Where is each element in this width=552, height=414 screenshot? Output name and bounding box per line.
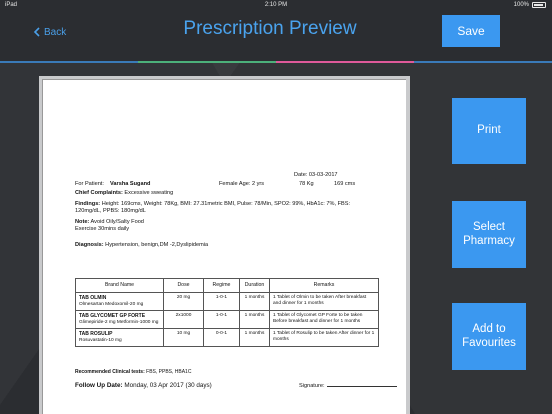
medicine-cell: TAB GLYCOMET GP FORTE Glimepiride-2 mg M… bbox=[75, 309, 164, 329]
col-regime: Regime bbox=[203, 278, 240, 293]
chevron-left-icon bbox=[33, 27, 40, 37]
medicine-remarks: 1 Tablet of Olmin to be taken After brea… bbox=[269, 292, 379, 311]
tests-value: FBS, PPBS, HBA1C bbox=[146, 369, 192, 375]
col-duration: Duration bbox=[239, 278, 270, 293]
status-time: 2:10 PM bbox=[264, 2, 288, 8]
medicine-duration: 1 months bbox=[239, 309, 270, 329]
medicine-remarks: 1 Tablet of Glycomet GP Forte to be take… bbox=[269, 309, 379, 329]
patient-gender-age: Female Age: 2 yrs bbox=[219, 181, 265, 187]
medicine-regime: 0-0-1 bbox=[203, 327, 240, 347]
tests-label: Recommended Clinical tests: bbox=[75, 369, 145, 375]
page-title: Prescription Preview bbox=[183, 18, 357, 39]
patient-weight: 78 Kg bbox=[299, 181, 314, 187]
patient-name: Varsha Sugand bbox=[110, 181, 151, 187]
findings-row: Findings: Height: 169cms, Weight: 78Kg, … bbox=[75, 201, 375, 215]
diagnosis-value: Hypertension, benign,DM -2,Dyslipidemia bbox=[105, 242, 209, 248]
color-segment bbox=[414, 61, 552, 63]
signature-line bbox=[326, 386, 397, 387]
table-row: TAB ROSULIP Rosuvastatin-10 mg 10 mg 0-0… bbox=[75, 327, 379, 347]
followup-row: Follow Up Date: Monday, 03 Apr 2017 (30 … bbox=[75, 382, 212, 390]
medicine-name: TAB OLMIN bbox=[79, 295, 107, 301]
status-right: 100% bbox=[514, 0, 546, 10]
signature-row: Signature: bbox=[299, 383, 397, 390]
medicine-dose: 2x1000 bbox=[163, 309, 204, 329]
medicine-table: Brand Name Dose Regime Duration Remarks … bbox=[75, 278, 379, 347]
diagnosis-row: Diagnosis: Hypertension, benign,DM -2,Dy… bbox=[75, 242, 208, 249]
tests-row: Recommended Clinical tests: FBS, PPBS, H… bbox=[75, 369, 191, 375]
prescription-document[interactable]: Date: 03-03-2017 For Patient: Varsha Sug… bbox=[42, 79, 406, 414]
findings-label: Findings: bbox=[75, 201, 101, 207]
save-button[interactable]: Save bbox=[442, 15, 500, 47]
note-value: Avoid Oily/Salty Food bbox=[90, 219, 144, 225]
prescription-date: Date: 03-03-2017 bbox=[294, 172, 338, 178]
back-button[interactable]: Back bbox=[33, 24, 66, 40]
battery-percent: 100% bbox=[513, 2, 529, 8]
print-button[interactable]: Print bbox=[452, 98, 526, 164]
back-label: Back bbox=[44, 26, 67, 38]
findings-value: Height: 169cms, Weight: 78Kg, BMI: 27.31… bbox=[75, 201, 351, 214]
medicine-name: TAB ROSULIP bbox=[79, 330, 113, 337]
battery-icon bbox=[532, 2, 546, 8]
patient-height: 169 cms bbox=[334, 181, 356, 187]
table-row: TAB OLMIN Olmesartan Medoxomil-20 mg 20 … bbox=[75, 292, 379, 311]
table-row: TAB GLYCOMET GP FORTE Glimepiride-2 mg M… bbox=[75, 309, 379, 329]
complaints-value: Excessive sweating bbox=[124, 190, 174, 196]
signature-label: Signature: bbox=[299, 383, 325, 389]
color-divider bbox=[0, 61, 552, 63]
medicine-cell: TAB OLMIN Olmesartan Medoxomil-20 mg bbox=[75, 292, 164, 311]
note-line-2: Exercise 30mins daily bbox=[75, 226, 130, 232]
medicine-regime: 1-0-1 bbox=[203, 292, 240, 311]
complaints-row: Chief Complaints: Excessive sweating bbox=[75, 190, 173, 197]
followup-label: Follow Up Date: bbox=[75, 382, 123, 389]
medicine-remarks: 1 Tablet of Rosulip to be taken After di… bbox=[269, 327, 379, 347]
status-bar: iPad 2:10 PM 100% bbox=[0, 0, 552, 10]
add-favourites-button[interactable]: Add to Favourites bbox=[452, 303, 526, 370]
medicine-generic: Rosuvastatin-10 mg bbox=[79, 337, 122, 343]
medicine-generic: Olmesartan Medoxomil-20 mg bbox=[79, 301, 144, 307]
table-header-row: Brand Name Dose Regime Duration Remarks bbox=[75, 278, 379, 293]
col-remarks: Remarks bbox=[269, 278, 379, 293]
medicine-duration: 1 months bbox=[239, 292, 270, 311]
col-dose: Dose bbox=[163, 278, 204, 293]
medicine-dose: 20 mg bbox=[163, 292, 204, 311]
color-segment bbox=[138, 61, 276, 63]
complaints-label: Chief Complaints: bbox=[75, 190, 123, 196]
medicine-regime: 1-0-1 bbox=[203, 309, 240, 329]
medicine-duration: 1 months bbox=[239, 327, 270, 347]
medicine-cell: TAB ROSULIP Rosuvastatin-10 mg bbox=[75, 327, 164, 347]
col-brand-name: Brand Name bbox=[75, 278, 164, 293]
medicine-dose: 10 mg bbox=[163, 327, 204, 347]
medicine-generic: Glimepiride-2 mg Metformin-1000 mg bbox=[79, 319, 159, 325]
note-row: Note: Avoid Oily/Salty Food bbox=[75, 219, 144, 226]
color-segment bbox=[276, 61, 414, 63]
note-label: Note: bbox=[75, 219, 90, 225]
diagnosis-label: Diagnosis: bbox=[75, 242, 104, 248]
color-segment bbox=[0, 61, 138, 63]
patient-prefix: For Patient: bbox=[75, 181, 104, 187]
followup-value: Monday, 03 Apr 2017 (30 days) bbox=[124, 382, 212, 389]
select-pharmacy-button[interactable]: Select Pharmacy bbox=[452, 201, 526, 268]
medicine-name: TAB GLYCOMET GP FORTE bbox=[79, 312, 146, 319]
